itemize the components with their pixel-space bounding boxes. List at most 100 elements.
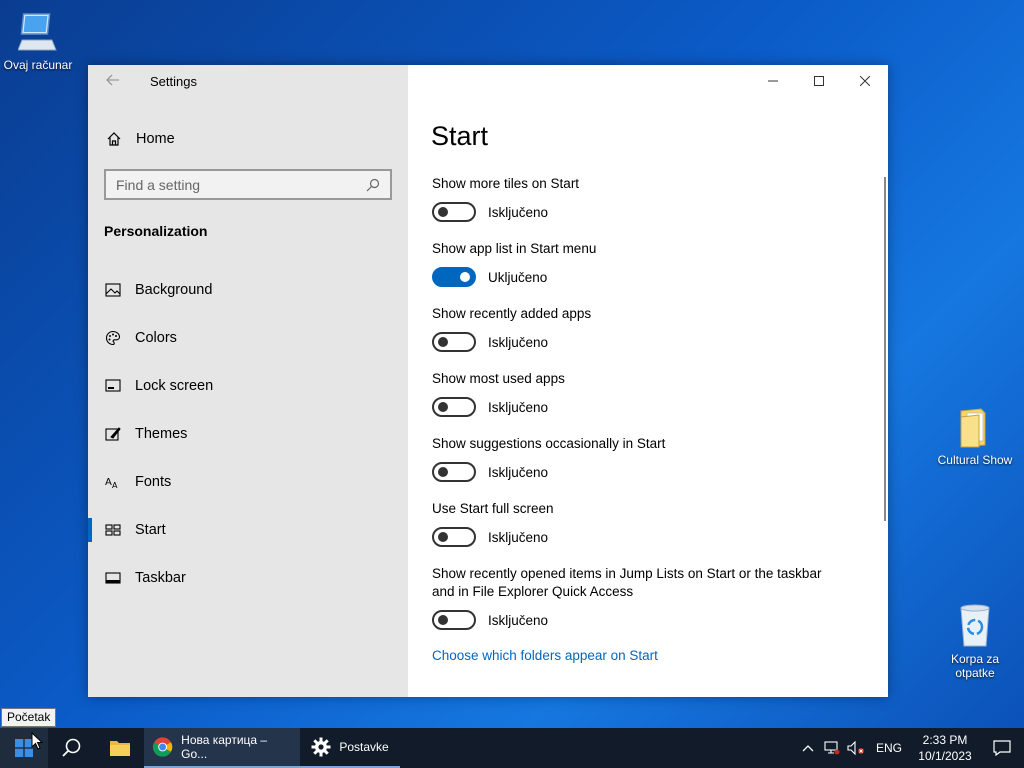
close-button[interactable] [842,65,888,97]
clock[interactable]: 2:33 PM 10/1/2023 [910,732,980,764]
show-hidden-icons-button[interactable] [796,744,820,752]
home-button[interactable]: Home [104,127,394,151]
more-tiles-toggle[interactable] [432,202,476,222]
recycle-bin-icon [960,604,990,647]
network-icon [824,741,840,755]
notification-icon [993,740,1011,756]
setting-label: Show recently added apps [432,306,592,321]
notification-center-button[interactable] [980,740,1024,756]
suggestions-toggle[interactable] [432,462,476,482]
nav-list: Background Colors Lock screen Themes A A… [88,266,408,602]
file-explorer-button[interactable] [96,728,144,768]
desktop-icon-cultural-show[interactable]: Cultural Show [935,405,1015,467]
page-title: Start [431,121,489,151]
network-button[interactable] [820,741,844,755]
desktop-icon-label: Cultural Show [937,453,1013,467]
back-button[interactable] [102,71,124,93]
setting-label: Use Start full screen [432,501,554,516]
clock-date: 10/1/2023 [918,749,972,763]
search-input[interactable] [116,176,366,193]
taskbar-app-chrome[interactable]: Нова картица – Go... [144,728,300,768]
full-screen-toggle[interactable] [432,527,476,547]
sidebar-item-label: Taskbar [135,570,186,586]
toggle-state: Isključeno [488,334,549,350]
fonts-icon: AA [104,473,122,491]
sidebar-item-taskbar[interactable]: Taskbar [88,554,408,602]
taskbar: Нова картица – Go... Postavke ENG 2:33 P… [0,728,1024,768]
sidebar-item-fonts[interactable]: AA Fonts [88,458,408,506]
sidebar-item-label: Lock screen [135,378,214,394]
computer-icon [18,13,57,51]
app-title: Settings [150,74,197,89]
content-pane: Start Show more tiles on Start Isključen… [408,65,888,697]
system-tray: ENG 2:33 PM 10/1/2023 [796,728,1024,768]
scrollbar[interactable] [884,177,886,521]
window-controls [750,65,888,97]
toggle-state: Isključeno [488,204,549,220]
sidebar-item-label: Start [135,522,166,538]
setting-most-used: Show most used apps Isključeno [432,370,852,419]
sidebar-item-label: Colors [135,330,177,346]
minimize-button[interactable] [750,65,796,97]
sidebar-item-start[interactable]: Start [88,506,408,554]
toggle-state: Isključeno [488,464,549,480]
search-icon [62,738,81,757]
toggle-state: Uključeno [488,269,548,285]
close-icon [860,76,870,86]
setting-label: Show suggestions occasionally in Start [432,436,666,451]
chrome-icon [152,737,173,757]
maximize-button[interactable] [796,65,842,97]
setting-jump-lists: Show recently opened items in Jump Lists… [432,565,852,632]
search-box[interactable] [104,169,392,200]
arrow-left-icon [106,74,119,86]
svg-text:A: A [112,481,118,489]
sidebar-item-label: Background [135,282,213,298]
jump-lists-toggle[interactable] [432,610,476,630]
sidebar-item-label: Themes [135,426,188,442]
setting-app-list: Show app list in Start menu Uključeno [432,240,852,289]
settings-window: Settings Home Personalization [88,65,888,697]
mouse-cursor-icon [31,732,43,750]
search-icon[interactable] [366,178,380,192]
taskbar-app-settings[interactable]: Postavke [300,728,400,768]
input-language-indicator[interactable]: ENG [868,741,910,755]
sidebar-item-themes[interactable]: Themes [88,410,408,458]
taskbar-icon [104,569,122,587]
home-label: Home [136,131,175,147]
minimize-icon [768,80,778,82]
app-list-toggle[interactable] [432,267,476,287]
home-icon [104,131,124,147]
setting-label: Show recently opened items in Jump Lists… [432,566,822,599]
folder-icon [960,408,986,448]
volume-muted-icon [847,741,864,755]
sidebar-item-colors[interactable]: Colors [88,314,408,362]
toggle-state: Isključeno [488,399,549,415]
settings-list: Show more tiles on Start Isključeno Show… [432,175,852,663]
palette-icon [104,329,122,347]
sidebar-item-label: Fonts [135,474,172,490]
toggle-state: Isključeno [488,529,549,545]
recently-added-toggle[interactable] [432,332,476,352]
desktop-icon-recycle-bin[interactable]: Korpa za otpatke [935,602,1015,680]
setting-suggestions: Show suggestions occasionally in Start I… [432,435,852,484]
setting-label: Show app list in Start menu [432,241,597,256]
setting-full-screen: Use Start full screen Isključeno [432,500,852,549]
svg-text:A: A [105,477,112,488]
gear-icon [311,737,331,757]
taskbar-search-button[interactable] [48,728,96,768]
sidebar-item-lock-screen[interactable]: Lock screen [88,362,408,410]
setting-more-tiles: Show more tiles on Start Isključeno [432,175,852,224]
taskbar-app-label: Нова картица – Go... [181,733,268,761]
clock-time: 2:33 PM [922,733,968,747]
sidebar: Settings Home Personalization [88,65,408,697]
desktop-icon-label: Ovaj računar [3,58,73,72]
chevron-up-icon [802,745,814,752]
choose-folders-link[interactable]: Choose which folders appear on Start [432,648,852,663]
setting-label: Show most used apps [432,371,565,386]
image-icon [104,281,122,299]
most-used-toggle[interactable] [432,397,476,417]
title-bar[interactable]: Settings [88,65,408,99]
desktop-icon-this-pc[interactable]: Ovaj računar [0,10,78,72]
sidebar-item-background[interactable]: Background [88,266,408,314]
volume-button[interactable] [844,741,868,755]
